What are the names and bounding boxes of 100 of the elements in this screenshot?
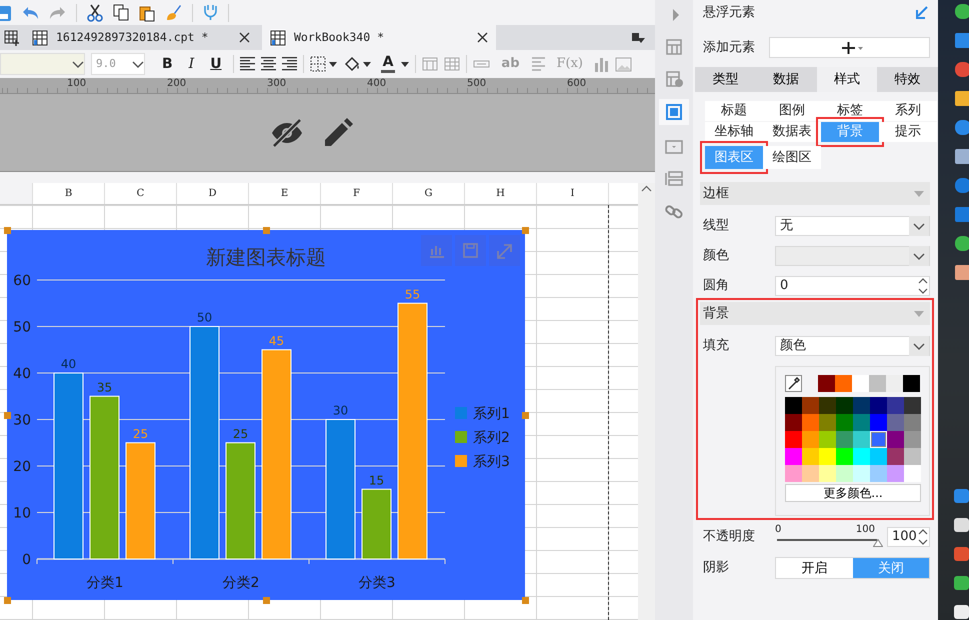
color-swatch[interactable] [904, 448, 921, 465]
taskbar-app-icon[interactable] [952, 149, 969, 164]
style-tab[interactable]: 标题 [705, 101, 763, 121]
color-swatch[interactable] [904, 465, 921, 482]
color-swatch[interactable] [853, 414, 870, 431]
color-swatch[interactable] [819, 448, 836, 465]
color-swatch[interactable] [802, 448, 819, 465]
column-header[interactable]: D [176, 183, 248, 204]
color-swatch[interactable] [802, 414, 819, 431]
add-element-button[interactable] [769, 37, 930, 58]
line-type-select[interactable]: 无 [775, 216, 930, 236]
color-swatch[interactable] [802, 397, 819, 414]
color-swatch[interactable] [785, 465, 802, 482]
color-swatch[interactable] [819, 465, 836, 482]
font-name-field[interactable] [0, 53, 85, 75]
color-swatch[interactable] [836, 431, 853, 448]
color-swatch[interactable] [870, 448, 887, 465]
column-header[interactable]: B [32, 183, 104, 204]
file-tab[interactable]: WorkBook340 * [262, 25, 496, 50]
column-header[interactable]: H [464, 183, 536, 204]
tray-icon[interactable] [952, 518, 969, 533]
style-tab[interactable]: 标签 [821, 101, 879, 121]
scrollbar[interactable] [638, 183, 655, 620]
resize-handle[interactable] [263, 227, 270, 234]
taskbar-app-icon[interactable] [952, 4, 969, 19]
taskbar-app-icon[interactable] [952, 178, 969, 193]
table-icon[interactable] [444, 57, 460, 71]
opacity-field[interactable]: 100 [887, 527, 930, 547]
column-header[interactable]: I [536, 183, 608, 204]
tray-icon[interactable] [952, 576, 969, 591]
color-swatch[interactable] [785, 448, 802, 465]
color-swatch[interactable] [853, 397, 870, 414]
stepper-icon[interactable] [917, 277, 929, 295]
column-header[interactable]: C [104, 183, 176, 204]
image-icon[interactable] [615, 56, 632, 72]
color-swatch[interactable] [887, 397, 904, 414]
color-swatch[interactable] [904, 397, 921, 414]
more-colors-button[interactable]: 更多颜色... [785, 484, 921, 502]
corner-radius-field[interactable]: 0 [775, 276, 930, 296]
new-sheet-icon[interactable] [4, 30, 20, 46]
color-swatch[interactable] [819, 397, 836, 414]
taskbar-app-icon[interactable] [952, 91, 969, 106]
collapse-arrow-icon[interactable] [915, 6, 928, 19]
color-swatch[interactable] [870, 414, 887, 431]
tray-icon[interactable] [952, 605, 969, 620]
color-swatch[interactable] [853, 448, 870, 465]
color-swatch[interactable] [818, 375, 835, 392]
close-icon[interactable] [239, 32, 250, 43]
style-tab[interactable]: 数据表 [763, 122, 821, 142]
color-swatch[interactable] [836, 414, 853, 431]
color-swatch[interactable] [886, 375, 903, 392]
scroll-up-icon[interactable] [641, 185, 652, 192]
border-icon[interactable] [310, 56, 337, 72]
brush-icon[interactable] [165, 4, 182, 21]
color-swatch[interactable] [819, 414, 836, 431]
tab-list-icon[interactable] [631, 32, 645, 44]
resize-handle[interactable] [4, 412, 11, 419]
paste-icon[interactable] [139, 4, 155, 22]
color-swatch[interactable] [869, 375, 886, 392]
column-header[interactable]: G [392, 183, 464, 204]
expand-icon[interactable] [489, 235, 520, 266]
copy-icon[interactable] [113, 4, 129, 21]
style-tab[interactable]: 提示 [879, 122, 937, 142]
resize-handle[interactable] [4, 597, 11, 604]
color-swatch[interactable] [904, 431, 921, 448]
taskbar-app-icon[interactable] [952, 265, 969, 280]
align-right-icon[interactable] [282, 57, 297, 71]
color-swatch[interactable] [870, 397, 887, 414]
color-swatch[interactable] [852, 375, 869, 392]
color-swatch[interactable] [802, 465, 819, 482]
color-swatch[interactable] [887, 465, 904, 482]
color-swatch[interactable] [835, 375, 852, 392]
style-tab[interactable]: 绘图区 [763, 146, 821, 169]
eyedropper-button[interactable] [785, 375, 802, 392]
paragraph-icon[interactable] [530, 57, 546, 71]
style-tab[interactable]: 系列 [879, 101, 937, 121]
slider-thumb[interactable] [873, 539, 883, 547]
color-swatch[interactable] [836, 448, 853, 465]
taskbar-app-icon[interactable] [952, 120, 969, 135]
fill-type-select[interactable]: 颜色 [775, 336, 930, 356]
undo-icon[interactable] [22, 6, 39, 20]
color-swatch[interactable] [819, 431, 836, 448]
taskbar-app-icon[interactable] [952, 236, 969, 251]
resize-handle[interactable] [4, 227, 11, 234]
resize-handle[interactable] [522, 227, 529, 234]
taskbar-app-icon[interactable] [952, 207, 969, 222]
color-swatch[interactable] [870, 465, 887, 482]
color-swatch[interactable] [836, 397, 853, 414]
style-tab[interactable]: 图例 [763, 101, 821, 121]
color-swatch[interactable] [853, 465, 870, 482]
column-header[interactable]: F [320, 183, 392, 204]
section-header[interactable]: 背景 [700, 302, 930, 325]
toggle-option[interactable]: 开启 [776, 558, 852, 578]
bold-button[interactable]: B [157, 54, 178, 74]
taskbar-app-icon[interactable] [952, 33, 969, 48]
color-swatch[interactable] [887, 431, 904, 448]
color-swatch[interactable] [870, 431, 887, 448]
column-header[interactable]: E [248, 183, 320, 204]
border-color-select[interactable] [775, 246, 930, 266]
color-swatch[interactable] [853, 431, 870, 448]
